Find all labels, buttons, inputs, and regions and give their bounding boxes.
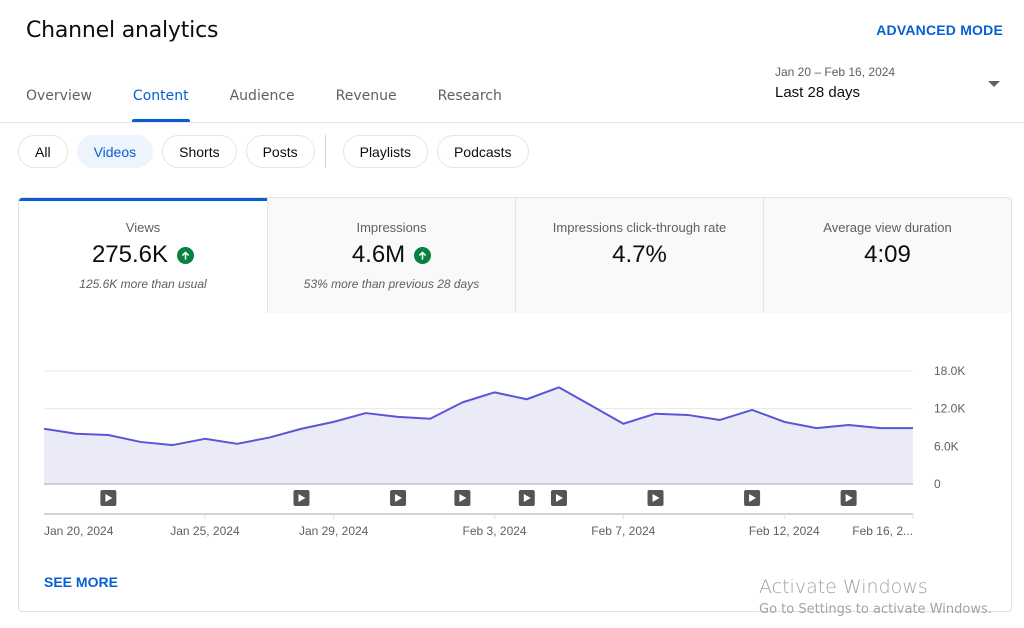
metric-name: Impressions (356, 220, 427, 235)
y-tick-label: 0 (934, 477, 941, 491)
date-range-label: Last 28 days (775, 84, 861, 101)
trend-up-icon (414, 246, 432, 264)
tab-revenue[interactable]: Revenue (336, 80, 397, 122)
trend-up-icon (177, 246, 195, 264)
x-tick-label: Feb 3, 2024 (463, 524, 527, 538)
metric-name: Average view duration (823, 220, 952, 235)
video-publish-marker-icon[interactable] (100, 490, 117, 506)
chip-playlists[interactable]: Playlists (342, 135, 428, 168)
video-publish-marker-icon[interactable] (550, 490, 567, 506)
content-type-chips: All Videos Shorts Posts Playlists Podcas… (18, 135, 538, 168)
tab-content[interactable]: Content (131, 80, 190, 122)
windows-activation-watermark: Activate Windows Go to Settings to activ… (759, 576, 992, 617)
metric-value: 4.6M (351, 241, 406, 268)
advanced-mode-link[interactable]: ADVANCED MODE (876, 22, 1003, 38)
y-tick-label: 6.0K (934, 439, 959, 453)
see-more-link[interactable]: SEE MORE (44, 574, 118, 590)
chip-videos[interactable]: Videos (76, 135, 154, 168)
video-publish-marker-icon[interactable] (518, 490, 535, 506)
views-chart: 0 6.0K 12.0K 18.0K Jan 20, 2024 Jan 25, 2024 J… (43, 364, 965, 538)
metric-value: 4:09 (864, 241, 911, 268)
metric-avg-view-duration[interactable]: Average view duration 4:09 (763, 198, 1011, 313)
video-publish-marker-icon[interactable] (390, 490, 407, 506)
x-tick-label: Jan 20, 2024 (44, 524, 114, 538)
chip-shorts[interactable]: Shorts (162, 135, 237, 168)
metric-comparison: 53% more than previous 28 days (303, 277, 480, 291)
y-tick-label: 12.0K (934, 402, 965, 416)
metric-tabs: Views 275.6K 125.6K more than usual Impr… (19, 198, 1011, 313)
date-range-selector[interactable]: Jan 20 – Feb 16, 2024 Last 28 days (775, 65, 1007, 110)
date-range-text: Jan 20 – Feb 16, 2024 (775, 65, 896, 79)
metric-ctr[interactable]: Impressions click-through rate 4.7% (515, 198, 763, 313)
metric-comparison: 125.6K more than usual (79, 277, 207, 291)
video-publish-marker-icon[interactable] (454, 490, 471, 506)
dropdown-caret-icon[interactable] (988, 81, 1000, 87)
metric-value: 4.7% (612, 241, 667, 268)
chip-divider (324, 135, 326, 168)
metric-name: Impressions click-through rate (552, 220, 727, 235)
chip-podcasts[interactable]: Podcasts (436, 135, 529, 168)
video-publish-marker-icon[interactable] (293, 490, 310, 506)
metric-impressions[interactable]: Impressions 4.6M 53% more than previous … (267, 198, 515, 313)
x-tick-label: Feb 16, 2... (852, 524, 913, 538)
x-tick-label: Jan 25, 2024 (170, 524, 240, 538)
analytics-card: Views 275.6K 125.6K more than usual Impr… (18, 197, 1012, 612)
video-publish-marker-icon[interactable] (647, 490, 664, 506)
page-title: Channel analytics (26, 18, 219, 43)
area-fill (44, 387, 913, 484)
tab-overview[interactable]: Overview (26, 80, 92, 122)
header-divider (0, 122, 1024, 123)
watermark-subtitle: Go to Settings to activate Windows. (759, 602, 992, 617)
video-publish-marker-icon[interactable] (744, 490, 761, 506)
metric-views[interactable]: Views 275.6K 125.6K more than usual (19, 198, 267, 313)
metric-value: 275.6K (91, 241, 169, 268)
video-publish-marker-icon[interactable] (840, 490, 857, 506)
y-tick-label: 18.0K (934, 364, 965, 378)
chip-posts[interactable]: Posts (245, 135, 315, 168)
chip-all[interactable]: All (18, 135, 68, 168)
analytics-tabs: Overview Content Audience Revenue Resear… (0, 80, 502, 122)
tab-research[interactable]: Research (438, 80, 502, 122)
x-tick-label: Jan 29, 2024 (299, 524, 369, 538)
x-tick-label: Feb 12, 2024 (749, 524, 820, 538)
x-tick-label: Feb 7, 2024 (591, 524, 655, 538)
tab-audience[interactable]: Audience (230, 80, 295, 122)
metric-name: Views (125, 220, 161, 235)
watermark-title: Activate Windows (759, 576, 928, 598)
